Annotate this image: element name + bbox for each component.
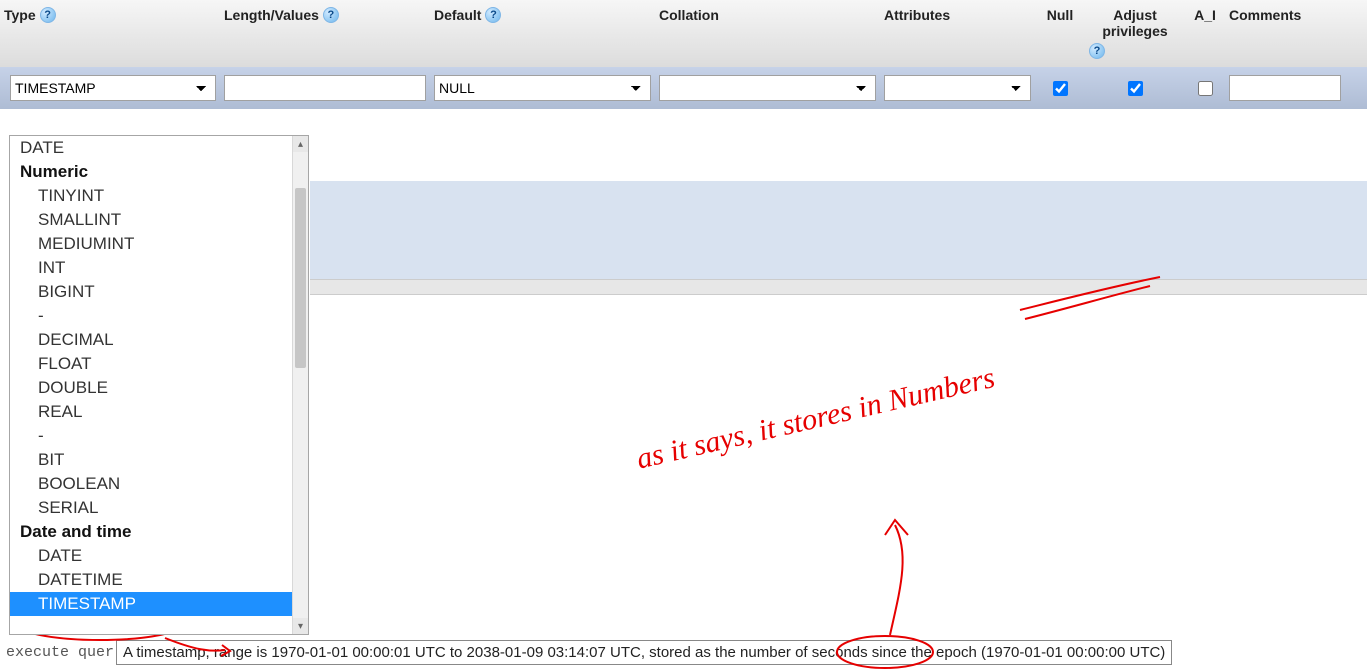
- dropdown-item-boolean[interactable]: BOOLEAN: [10, 472, 292, 496]
- dropdown-item-bit[interactable]: BIT: [10, 448, 292, 472]
- bg-stripe: [310, 181, 1367, 279]
- help-icon[interactable]: ?: [485, 7, 501, 23]
- collation-select[interactable]: [659, 75, 876, 101]
- timestamp-tooltip: A timestamp, range is 1970-01-01 00:00:0…: [116, 640, 1172, 665]
- header-attributes-label: Attributes: [884, 7, 950, 23]
- help-icon[interactable]: ?: [40, 7, 56, 23]
- dropdown-item-int[interactable]: INT: [10, 256, 292, 280]
- header-attributes: Attributes: [880, 4, 1035, 23]
- adjust-privileges-checkbox[interactable]: [1128, 81, 1143, 96]
- dropdown-item-date-top[interactable]: DATE: [10, 136, 292, 160]
- dropdown-item-tinyint[interactable]: TINYINT: [10, 184, 292, 208]
- dropdown-separator: -: [10, 424, 292, 448]
- header-default: Default ?: [430, 4, 655, 23]
- type-dropdown-panel: DATE Numeric TINYINT SMALLINT MEDIUMINT …: [9, 135, 309, 635]
- header-collation: Collation: [655, 4, 880, 23]
- header-collation-label: Collation: [659, 7, 719, 23]
- dropdown-separator: -: [10, 304, 292, 328]
- bottom-bar: execute quer A timestamp, range is 1970-…: [0, 633, 1367, 671]
- dropdown-item-datetime[interactable]: DATETIME: [10, 568, 292, 592]
- header-type-label: Type: [4, 7, 36, 23]
- header-ai-label: A_I: [1194, 7, 1216, 23]
- dropdown-item-timestamp[interactable]: TIMESTAMP: [10, 592, 292, 616]
- comments-input[interactable]: [1229, 75, 1341, 101]
- dropdown-item-bigint[interactable]: BIGINT: [10, 280, 292, 304]
- header-adjust-privileges: Adjust privileges ?: [1085, 4, 1185, 59]
- dropdown-group-datetime: Date and time: [10, 520, 292, 544]
- dropdown-item-serial[interactable]: SERIAL: [10, 496, 292, 520]
- bg-stripe: [310, 295, 1367, 633]
- null-checkbox[interactable]: [1053, 81, 1068, 96]
- type-select[interactable]: TIMESTAMP: [10, 75, 216, 101]
- header-adjust-label: Adjust privileges: [1089, 7, 1181, 39]
- header-default-label: Default: [434, 7, 481, 23]
- header-comments-label: Comments: [1229, 7, 1301, 23]
- dropdown-item-smallint[interactable]: SMALLINT: [10, 208, 292, 232]
- type-dropdown-list[interactable]: DATE Numeric TINYINT SMALLINT MEDIUMINT …: [10, 136, 292, 634]
- default-select[interactable]: NULL: [434, 75, 651, 101]
- header-length: Length/Values ?: [220, 4, 430, 23]
- dropdown-item-decimal[interactable]: DECIMAL: [10, 328, 292, 352]
- header-comments: Comments: [1225, 4, 1345, 23]
- column-input-row: TIMESTAMP NULL: [0, 67, 1367, 109]
- bg-stripe: [310, 279, 1367, 295]
- dropdown-item-date[interactable]: DATE: [10, 544, 292, 568]
- scrollbar-up-arrow-icon[interactable]: ▴: [293, 136, 308, 152]
- header-length-label: Length/Values: [224, 7, 319, 23]
- dropdown-item-float[interactable]: FLOAT: [10, 352, 292, 376]
- dropdown-group-numeric: Numeric: [10, 160, 292, 184]
- dropdown-scrollbar[interactable]: ▴ ▾: [292, 136, 308, 634]
- scrollbar-down-arrow-icon[interactable]: ▾: [293, 618, 308, 634]
- attributes-select[interactable]: [884, 75, 1031, 101]
- header-ai: A_I: [1185, 4, 1225, 23]
- bg-stripe: [310, 133, 1367, 181]
- dropdown-item-mediumint[interactable]: MEDIUMINT: [10, 232, 292, 256]
- ai-checkbox[interactable]: [1198, 81, 1213, 96]
- execute-query-label: execute quer: [0, 644, 116, 661]
- header-null: Null: [1035, 4, 1085, 23]
- column-headers: Type ? Length/Values ? Default ? Collati…: [0, 0, 1367, 67]
- help-icon[interactable]: ?: [323, 7, 339, 23]
- scrollbar-thumb[interactable]: [295, 188, 306, 368]
- dropdown-item-real[interactable]: REAL: [10, 400, 292, 424]
- dropdown-item-double[interactable]: DOUBLE: [10, 376, 292, 400]
- length-input[interactable]: [224, 75, 426, 101]
- header-type: Type ?: [0, 4, 220, 23]
- help-icon[interactable]: ?: [1089, 43, 1105, 59]
- header-null-label: Null: [1047, 7, 1073, 23]
